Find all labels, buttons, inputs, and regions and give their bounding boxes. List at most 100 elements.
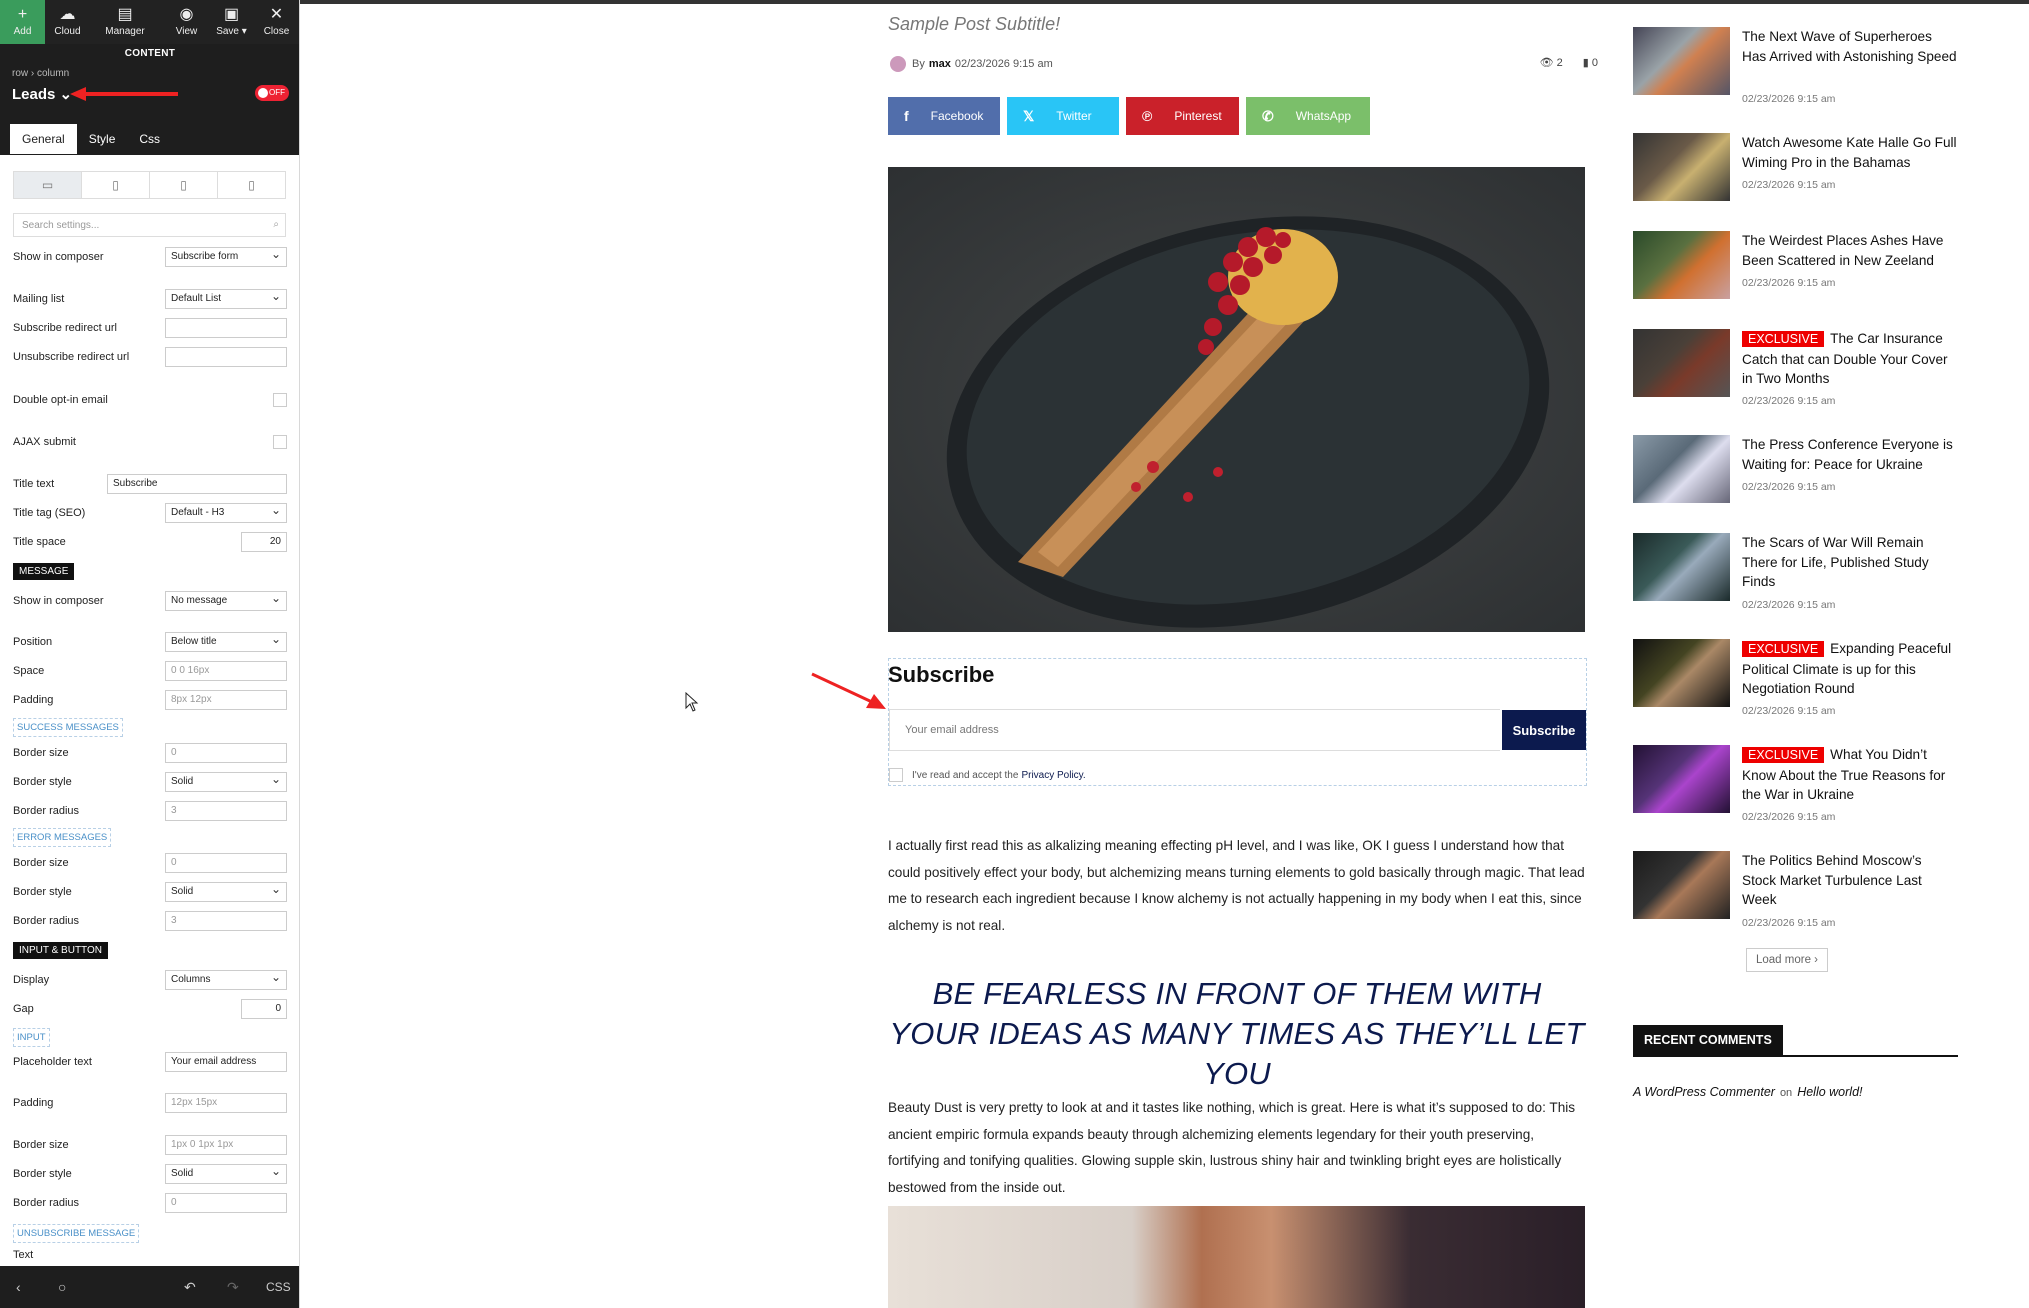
post-date: 02/23/2026 9:15 am (1742, 917, 1836, 929)
success-border-style-select[interactable]: Solid (165, 772, 287, 792)
pinterest-share-button[interactable]: ℗ Pinterest (1126, 97, 1239, 135)
close-button[interactable]: ✕ Close (254, 0, 299, 44)
element-selector[interactable]: Leads ⌄ (12, 85, 72, 103)
input-border-size-input[interactable]: 1px 0 1px 1px (165, 1135, 287, 1155)
privacy-checkbox[interactable] (889, 768, 903, 782)
add-button[interactable]: + Add (0, 0, 45, 44)
comments-count[interactable]: ▮ 0 (1583, 56, 1598, 69)
pinterest-icon: ℗ (1142, 108, 1153, 124)
comment-author-link[interactable]: A WordPress Commenter (1633, 1085, 1775, 1099)
success-border-radius-input[interactable]: 3 (165, 801, 287, 821)
post-title[interactable]: EXCLUSIVE The Car Insurance Catch that ca… (1742, 329, 1958, 389)
double-optin-checkbox[interactable] (273, 393, 287, 407)
placeholder-text-input[interactable]: Your email address (165, 1052, 287, 1072)
post-title[interactable]: The Weirdest Places Ashes Have Been Scat… (1742, 231, 1958, 270)
visibility-toggle[interactable]: OFF (255, 85, 289, 101)
desktop-icon[interactable]: ▭ (14, 172, 82, 198)
twitter-share-button[interactable]: 𝕏 Twitter (1007, 97, 1119, 135)
sidebar-post[interactable]: The Scars of War Will Remain There for L… (1633, 533, 1958, 613)
email-input[interactable]: Your email address (889, 709, 1500, 751)
redo-icon[interactable]: ↷ (227, 1279, 239, 1296)
post-thumbnail[interactable] (1633, 851, 1730, 919)
title-text-input[interactable]: Subscribe (107, 474, 287, 494)
view-button[interactable]: ◉ View (164, 0, 209, 44)
sidebar-post[interactable]: The Press Conference Everyone is Waiting… (1633, 435, 1958, 515)
subscribe-button[interactable]: Subscribe (1502, 710, 1586, 750)
pull-quote: BE FEARLESS IN FRONT OF THEM WITH YOUR I… (889, 976, 1585, 1091)
subscribe-redirect-input[interactable] (165, 318, 287, 338)
post-title[interactable]: Watch Awesome Kate Halle Go Full Wiming … (1742, 133, 1958, 172)
mailing-list-select[interactable]: Default List (165, 289, 287, 309)
post-title[interactable]: EXCLUSIVE Expanding Peaceful Political Cl… (1742, 639, 1958, 699)
tab-style[interactable]: Style (77, 124, 128, 154)
unsubscribe-redirect-input[interactable] (165, 347, 287, 367)
load-more-button[interactable]: Load more › (1746, 948, 1829, 972)
sidebar-post[interactable]: EXCLUSIVE Expanding Peaceful Political Cl… (1633, 639, 1958, 719)
manager-button[interactable]: ▤ Manager (90, 0, 160, 44)
author-link[interactable]: max (929, 58, 951, 70)
gap-input[interactable]: 0 (241, 999, 287, 1019)
post-thumbnail[interactable] (1633, 533, 1730, 601)
post-title[interactable]: The Scars of War Will Remain There for L… (1742, 533, 1958, 592)
dessert-plate-image (946, 216, 1550, 628)
msg-show-select[interactable]: No message (165, 591, 287, 611)
author-avatar[interactable] (890, 56, 906, 72)
post-date: 02/23/2026 9:15 am (1742, 599, 1836, 611)
phone-icon[interactable]: ▯ (218, 172, 285, 198)
space-input[interactable]: 0 0 16px (165, 661, 287, 681)
mouse-cursor-icon (685, 692, 699, 712)
sidebar-post[interactable]: The Weirdest Places Ashes Have Been Scat… (1633, 231, 1958, 311)
padding-input[interactable]: 8px 12px (165, 690, 287, 710)
error-border-radius-input[interactable]: 3 (165, 911, 287, 931)
post-title[interactable]: The Press Conference Everyone is Waiting… (1742, 435, 1958, 474)
error-border-size-input[interactable]: 0 (165, 853, 287, 873)
error-border-style-select[interactable]: Solid (165, 882, 287, 902)
show-in-composer-select[interactable]: Subscribe form (165, 247, 287, 267)
input-padding-input[interactable]: 12px 15px (165, 1093, 287, 1113)
tab-css[interactable]: Css (127, 124, 172, 154)
tablet-icon[interactable]: ▯ (150, 172, 218, 198)
privacy-policy-link[interactable]: Privacy Policy. (1021, 770, 1085, 781)
back-icon[interactable]: ‹ (16, 1279, 21, 1295)
circle-icon[interactable]: ○ (58, 1279, 66, 1295)
breadcrumb[interactable]: row › column (12, 68, 69, 79)
whatsapp-share-button[interactable]: ✆ WhatsApp (1246, 97, 1370, 135)
post-thumbnail[interactable] (1633, 329, 1730, 397)
sidebar-post[interactable]: Watch Awesome Kate Halle Go Full Wiming … (1633, 133, 1958, 213)
sidebar-post[interactable]: EXCLUSIVE The Car Insurance Catch that ca… (1633, 329, 1958, 409)
tab-general[interactable]: General (10, 124, 77, 154)
position-select[interactable]: Below title (165, 632, 287, 652)
post-thumbnail[interactable] (1633, 435, 1730, 503)
display-select[interactable]: Columns (165, 970, 287, 990)
post-date: 02/23/2026 9:15 am (1742, 277, 1836, 289)
post-date: 02/23/2026 9:15 am (1742, 395, 1836, 407)
featured-image (888, 167, 1585, 632)
post-thumbnail[interactable] (1633, 231, 1730, 299)
comment-post-link[interactable]: Hello world! (1797, 1085, 1862, 1099)
cloud-button[interactable]: ☁ Cloud (45, 0, 90, 44)
post-thumbnail[interactable] (1633, 639, 1730, 707)
post-thumbnail[interactable] (1633, 27, 1730, 95)
sidebar-post[interactable]: The Politics Behind Moscow’s Stock Marke… (1633, 851, 1958, 931)
laptop-icon[interactable]: ▯ (82, 172, 150, 198)
padding-row: Padding 8px 12px (13, 689, 287, 711)
facebook-share-button[interactable]: f Facebook (888, 97, 1000, 135)
css-button[interactable]: CSS (266, 1280, 291, 1294)
mailing-list-row: Mailing list Default List (13, 288, 287, 310)
success-border-size-input[interactable]: 0 (165, 743, 287, 763)
post-thumbnail[interactable] (1633, 745, 1730, 813)
ajax-submit-checkbox[interactable] (273, 435, 287, 449)
undo-icon[interactable]: ↶ (184, 1279, 196, 1296)
title-space-input[interactable]: 20 (241, 532, 287, 552)
search-settings-input[interactable]: Search settings... ⌕ (13, 213, 286, 237)
post-title[interactable]: EXCLUSIVE What You Didn’t Know About the … (1742, 745, 1958, 805)
input-border-style-select[interactable]: Solid (165, 1164, 287, 1184)
sidebar-post[interactable]: EXCLUSIVE What You Didn’t Know About the … (1633, 745, 1958, 825)
post-thumbnail[interactable] (1633, 133, 1730, 201)
sidebar-post[interactable]: The Next Wave of Superheroes Has Arrived… (1633, 27, 1958, 107)
post-title[interactable]: The Politics Behind Moscow’s Stock Marke… (1742, 851, 1958, 910)
post-title[interactable]: The Next Wave of Superheroes Has Arrived… (1742, 27, 1958, 66)
title-tag-select[interactable]: Default - H3 (165, 503, 287, 523)
input-border-radius-input[interactable]: 0 (165, 1193, 287, 1213)
save-button[interactable]: ▣ Save ▾ (209, 0, 254, 44)
